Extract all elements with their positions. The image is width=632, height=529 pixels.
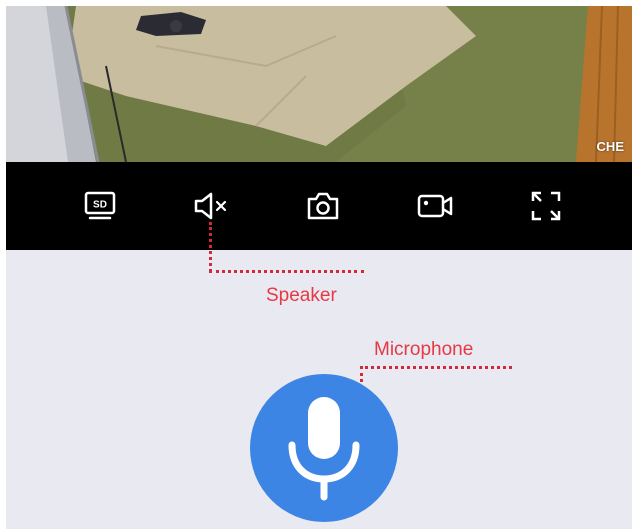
camera-feed-image bbox=[6, 6, 632, 162]
control-toolbar: SD bbox=[6, 162, 632, 250]
sd-icon: SD bbox=[84, 191, 116, 220]
app-frame: CHE SD Speaker Microphone bbox=[6, 6, 632, 529]
camera-icon bbox=[307, 192, 339, 220]
speaker-callout-label: Speaker bbox=[266, 285, 337, 306]
record-button[interactable] bbox=[415, 186, 455, 226]
speaker-callout-line-horizontal bbox=[209, 270, 364, 273]
microphone-callout-line-horizontal bbox=[360, 366, 512, 369]
microphone-icon bbox=[288, 397, 360, 501]
speaker-toggle-button[interactable] bbox=[191, 186, 231, 226]
fullscreen-icon bbox=[531, 191, 561, 221]
fullscreen-button[interactable] bbox=[526, 186, 566, 226]
snapshot-button[interactable] bbox=[303, 186, 343, 226]
svg-text:SD: SD bbox=[93, 200, 107, 211]
sd-quality-button[interactable]: SD bbox=[80, 186, 120, 226]
speaker-muted-icon bbox=[194, 192, 227, 220]
camera-feed[interactable]: CHE bbox=[6, 6, 632, 162]
microphone-callout-label: Microphone bbox=[374, 339, 474, 360]
video-record-icon bbox=[417, 194, 453, 218]
microphone-button[interactable] bbox=[250, 374, 398, 522]
resolution-badge: CHE bbox=[596, 139, 624, 154]
speaker-callout-line-vertical bbox=[209, 222, 212, 272]
